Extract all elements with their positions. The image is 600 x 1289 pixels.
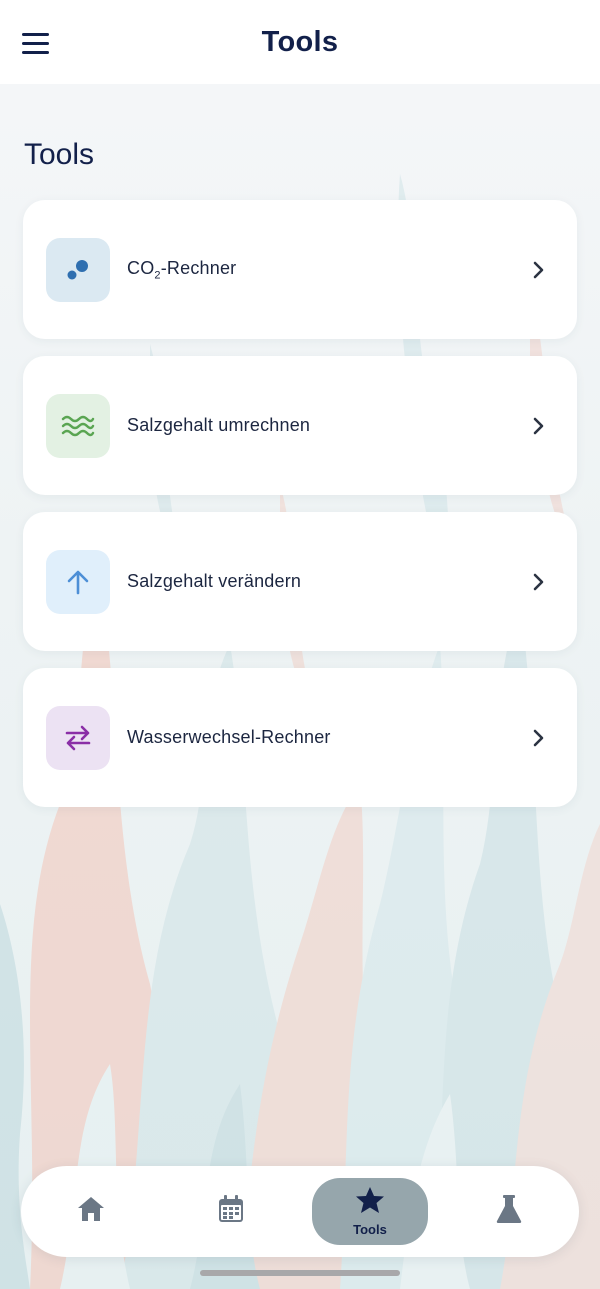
chevron-right-icon bbox=[531, 260, 547, 280]
chevron-right-icon bbox=[531, 728, 547, 748]
waves-icon bbox=[46, 393, 110, 458]
tools-list: CO2-Rechner Salzgehalt umrechnen Salzgeh… bbox=[23, 200, 577, 824]
tool-label: CO2-Rechner bbox=[127, 257, 237, 282]
flask-icon bbox=[495, 1194, 523, 1229]
home-icon bbox=[76, 1195, 106, 1228]
nav-item-lab[interactable] bbox=[479, 1178, 539, 1245]
nav-item-calendar[interactable] bbox=[201, 1178, 261, 1245]
calendar-icon bbox=[217, 1194, 245, 1229]
tool-card-wasserwechsel-rechner[interactable]: Wasserwechsel-Rechner bbox=[23, 668, 577, 807]
bubbles-icon bbox=[46, 237, 110, 302]
app-bar-title: Tools bbox=[261, 25, 339, 58]
tool-label: Salzgehalt umrechnen bbox=[127, 415, 311, 435]
star-icon bbox=[355, 1186, 385, 1219]
nav-item-tools[interactable]: Tools bbox=[312, 1178, 428, 1245]
chevron-right-icon bbox=[531, 416, 547, 436]
tool-card-salzgehalt-veraendern[interactable]: Salzgehalt verändern bbox=[23, 512, 577, 651]
tool-label: Salzgehalt verändern bbox=[127, 571, 302, 591]
page-title: Tools bbox=[24, 138, 95, 171]
home-indicator bbox=[200, 1270, 400, 1276]
hamburger-menu-icon[interactable] bbox=[22, 28, 58, 58]
bottom-navigation: Tools bbox=[21, 1166, 579, 1257]
chevron-right-icon bbox=[531, 572, 547, 592]
tool-card-salzgehalt-umrechnen[interactable]: Salzgehalt umrechnen bbox=[23, 356, 577, 495]
top-app-bar: Tools bbox=[0, 0, 600, 84]
tool-card-co2-rechner[interactable]: CO2-Rechner bbox=[23, 200, 577, 339]
nav-label-tools: Tools bbox=[353, 1222, 387, 1237]
swap-arrows-icon bbox=[46, 705, 110, 770]
arrow-up-icon bbox=[46, 549, 110, 614]
nav-item-home[interactable] bbox=[61, 1178, 121, 1245]
tool-label: Wasserwechsel-Rechner bbox=[127, 727, 331, 747]
